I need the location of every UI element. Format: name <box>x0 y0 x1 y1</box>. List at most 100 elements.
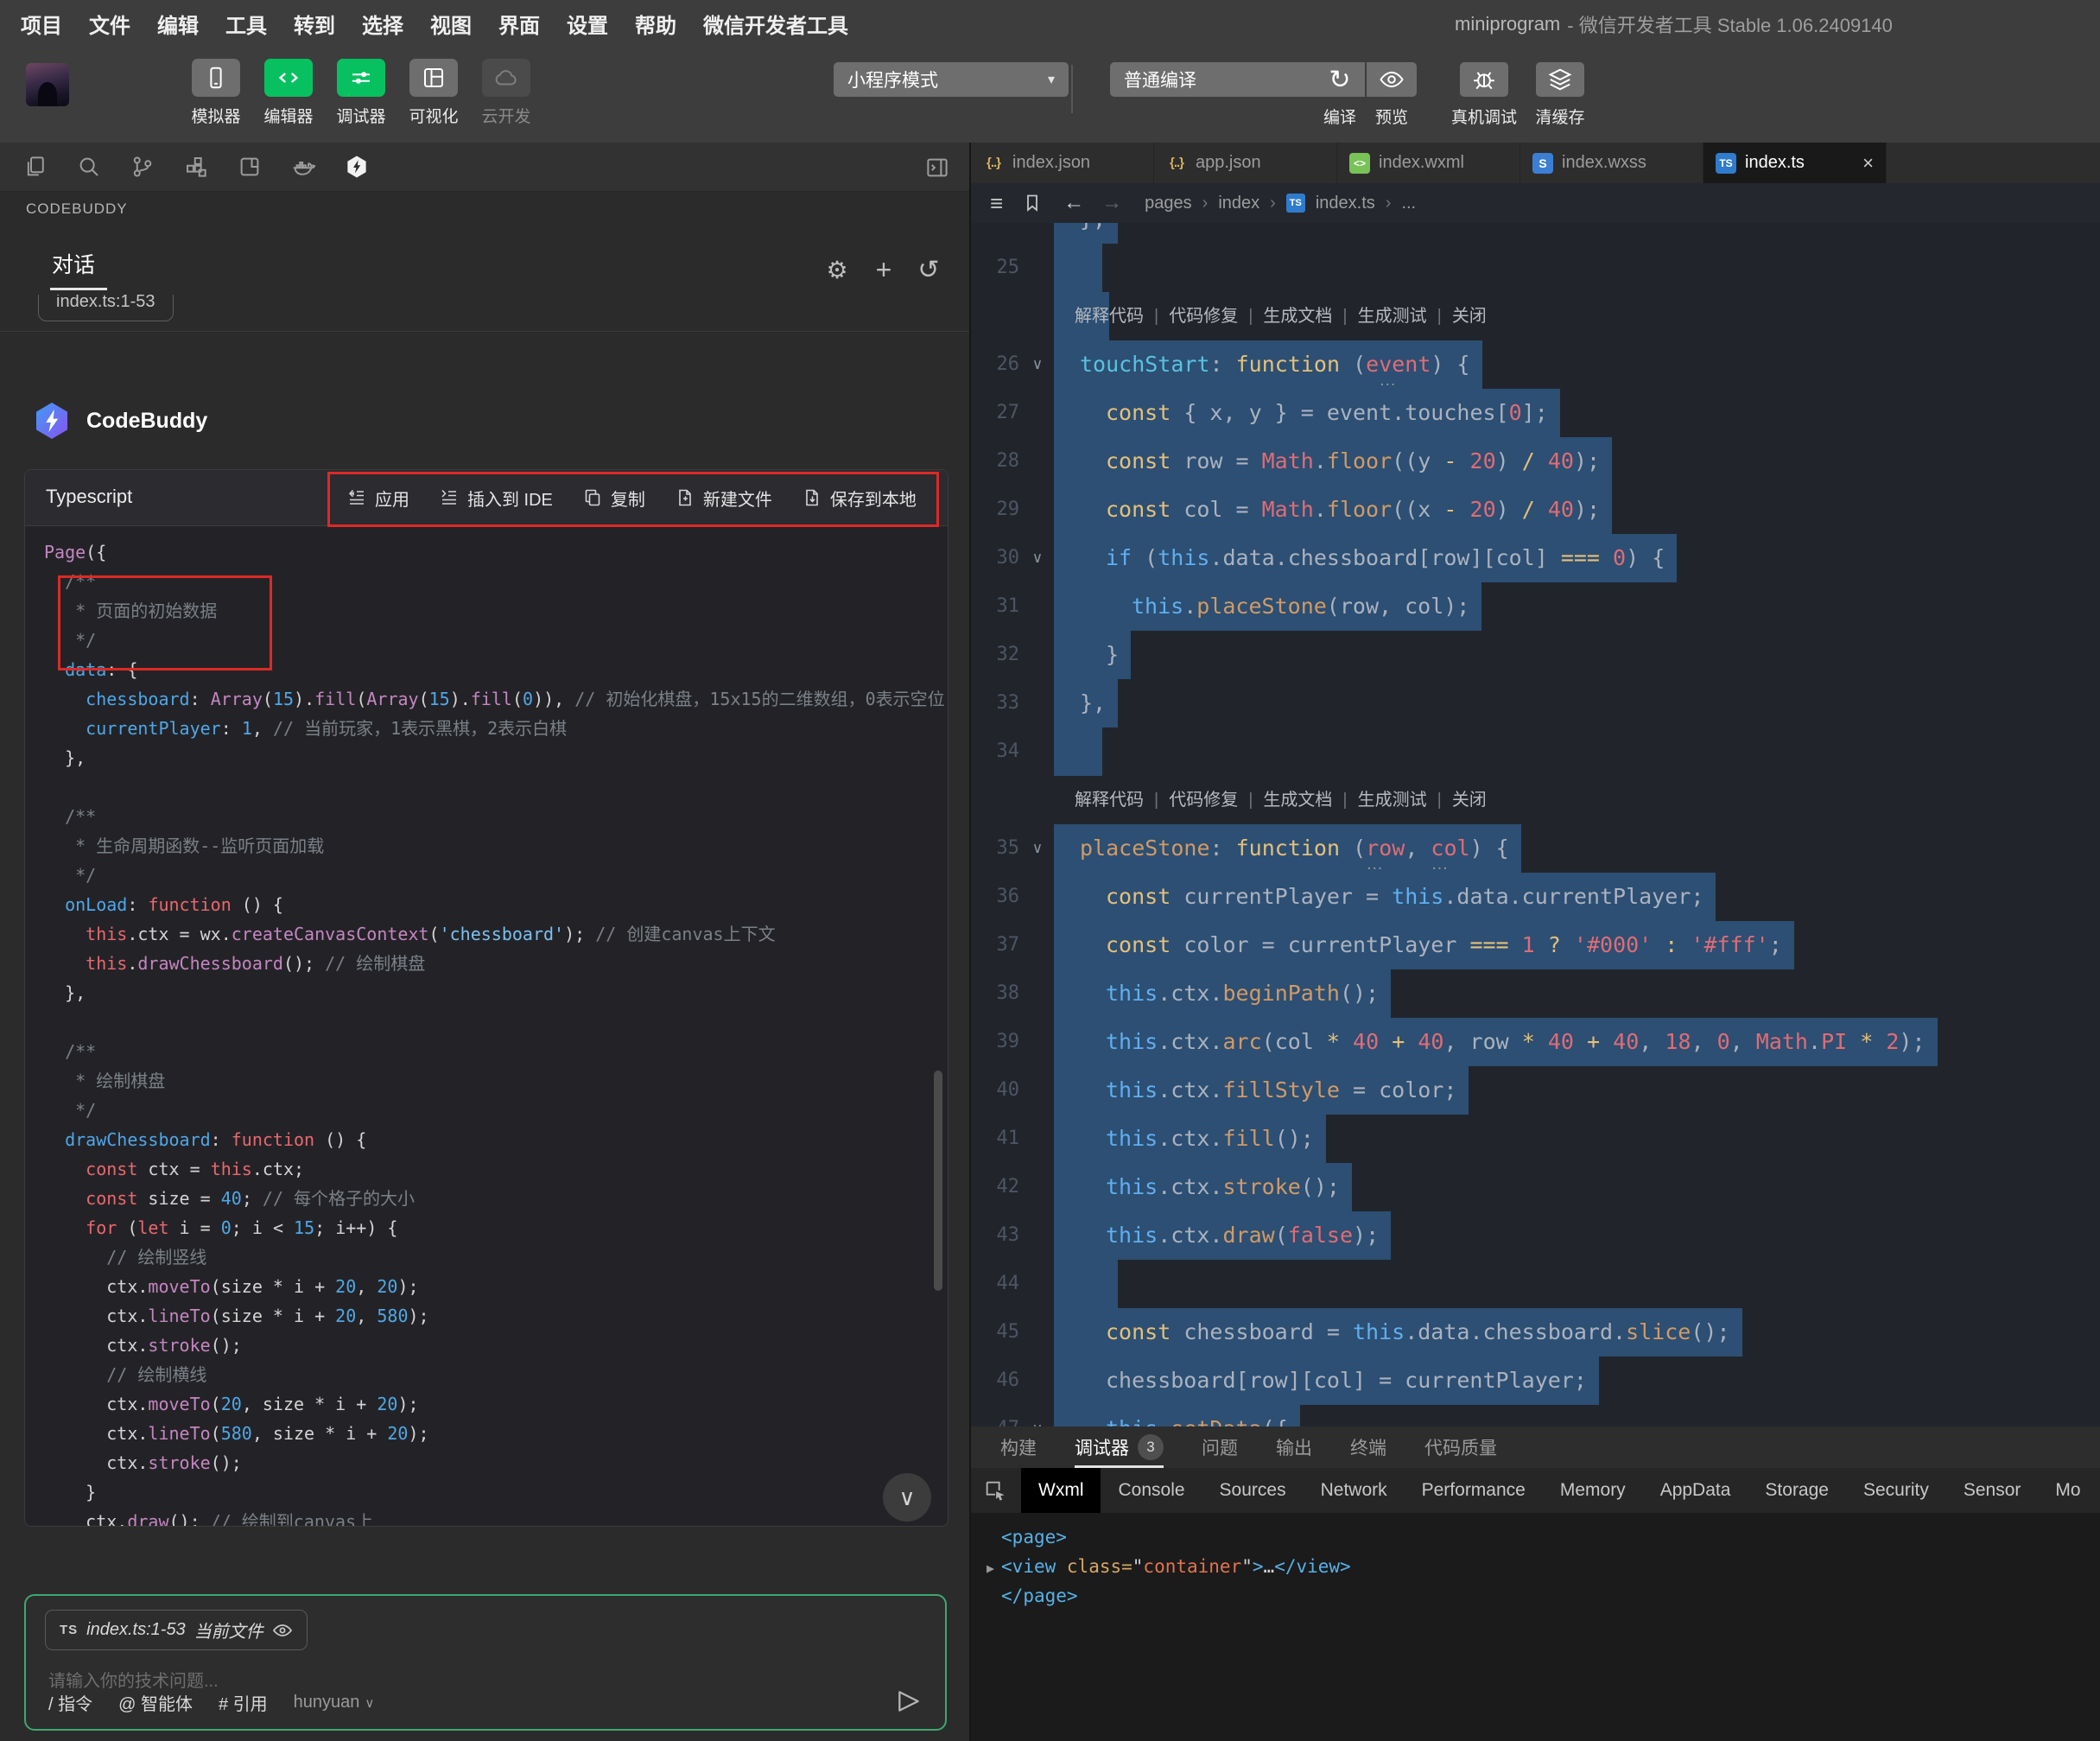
breadcrumb-item[interactable]: pages <box>1145 194 1192 213</box>
wxml-tree-node[interactable]: ▶<page> <box>987 1523 2100 1553</box>
codelens-action[interactable]: 生成测试 <box>1358 307 1427 326</box>
editor-tab-app.json[interactable]: {..}app.json <box>1154 143 1337 183</box>
menu-item[interactable]: 项目 <box>21 9 62 39</box>
devtools-tab-Sensor[interactable]: Sensor <box>1946 1468 2039 1513</box>
devtools-tab-Console[interactable]: Console <box>1101 1468 1202 1513</box>
code-action-newfile-button[interactable]: 新建文件 <box>675 486 772 511</box>
outline-list-icon[interactable]: ≡ <box>990 190 1003 217</box>
editor-tab-index.wxml[interactable]: <>index.wxml <box>1337 143 1520 183</box>
panel-tab-问题[interactable]: 问题 <box>1202 1426 1238 1468</box>
history-icon[interactable]: ↺ <box>914 255 943 284</box>
nav-forward-icon[interactable]: → <box>1101 191 1122 215</box>
files-icon[interactable] <box>22 154 48 180</box>
search-icon[interactable] <box>76 154 102 180</box>
fold-chevron-icon[interactable]: ∨ <box>1026 534 1049 582</box>
close-tab-icon[interactable]: × <box>1862 152 1874 175</box>
notebook-icon[interactable] <box>237 154 263 180</box>
menu-item[interactable]: 视图 <box>430 9 472 39</box>
panel-tab-构建[interactable]: 构建 <box>1000 1426 1037 1468</box>
docker-icon[interactable] <box>290 154 316 180</box>
codelens-action[interactable]: 代码修复 <box>1169 791 1238 810</box>
breadcrumb-item[interactable]: ... <box>1401 194 1416 213</box>
menu-item[interactable]: 微信开发者工具 <box>703 9 848 39</box>
command-ref[interactable]: # 引用 <box>219 1690 268 1715</box>
editor-tab-index.ts[interactable]: TSindex.ts× <box>1703 143 1887 183</box>
toolbar-cloud-button[interactable]: 云开发 <box>482 59 530 127</box>
breadcrumb-item[interactable]: index <box>1218 194 1259 213</box>
mode-select[interactable]: 小程序模式 ▾ <box>834 62 1069 97</box>
send-icon[interactable] <box>895 1687 923 1715</box>
code-action-apply-button[interactable]: 应用 <box>346 486 409 511</box>
panel-tab-代码质量[interactable]: 代码质量 <box>1424 1426 1497 1468</box>
menu-item[interactable]: 文件 <box>89 9 130 39</box>
editor-tab-index.wxss[interactable]: Sindex.wxss <box>1520 143 1703 183</box>
menu-item[interactable]: 设置 <box>567 9 608 39</box>
codelens-action[interactable]: 关闭 <box>1452 791 1487 810</box>
menu-item[interactable]: 工具 <box>225 9 267 39</box>
branch-icon[interactable] <box>130 154 155 180</box>
expand-arrow-icon[interactable]: ▶ <box>987 1560 1001 1576</box>
command-slash[interactable]: / 指令 <box>48 1690 92 1715</box>
collapse-panel-icon[interactable] <box>924 155 950 181</box>
new-chat-icon[interactable]: + <box>869 255 898 284</box>
codelens-action[interactable]: 解释代码 <box>1075 307 1144 326</box>
codelens-action[interactable]: 生成测试 <box>1358 791 1427 810</box>
toolbar-sliders-button[interactable]: 调试器 <box>337 59 385 127</box>
toolbar-phone-button[interactable]: 模拟器 <box>192 59 240 127</box>
settings-gear-icon[interactable]: ⚙ <box>822 255 852 284</box>
wxml-tree-node[interactable]: ▶</page> <box>987 1582 2100 1611</box>
codelens-action[interactable]: 生成文档 <box>1263 791 1332 810</box>
breadcrumb-item[interactable]: index.ts <box>1316 194 1375 213</box>
menu-item[interactable]: 帮助 <box>635 9 676 39</box>
extensions-icon[interactable] <box>183 154 209 180</box>
codelens-action[interactable]: 生成文档 <box>1263 307 1332 326</box>
devtools-tab-Mo[interactable]: Mo <box>2038 1468 2097 1513</box>
menu-item[interactable]: 界面 <box>498 9 540 39</box>
fold-chevron-icon[interactable]: ∨ <box>1026 824 1049 873</box>
devtools-tab-Performance[interactable]: Performance <box>1405 1468 1543 1513</box>
devtools-tab-Network[interactable]: Network <box>1304 1468 1405 1513</box>
inspect-element-icon[interactable] <box>978 1473 1012 1508</box>
context-file-chip[interactable]: TS index.ts:1-53 当前文件 <box>45 1610 308 1650</box>
code-action-savefile-button[interactable]: 保存到本地 <box>802 486 917 511</box>
wxml-tree-node[interactable]: ▶<view class="container">…</view> <box>987 1553 2100 1582</box>
fold-chevron-icon[interactable]: ∨ <box>1026 1405 1049 1426</box>
compile-mode-select[interactable]: 普通编译 ▾ <box>1110 62 1341 97</box>
toolbar-layout-button[interactable]: 可视化 <box>409 59 458 127</box>
code-action-insert-button[interactable]: 插入到 IDE <box>439 486 553 511</box>
command-agent[interactable]: @ 智能体 <box>118 1690 193 1715</box>
model-selector[interactable]: hunyuan ∨ <box>294 1693 375 1712</box>
chat-code-scrollbar[interactable] <box>934 1071 942 1291</box>
devtools-tab-Security[interactable]: Security <box>1846 1468 1946 1513</box>
preview-button[interactable] <box>1367 62 1417 97</box>
devtools-tab-Memory[interactable]: Memory <box>1543 1468 1643 1513</box>
toolbar-code-button[interactable]: 编辑器 <box>264 59 313 127</box>
context-range-chip[interactable]: index.ts:1-53 <box>38 295 174 321</box>
tab-chat[interactable]: 对话 <box>52 248 95 279</box>
panel-tab-输出[interactable]: 输出 <box>1276 1426 1312 1468</box>
menu-item[interactable]: 转到 <box>294 9 335 39</box>
code-action-copy-button[interactable]: 复制 <box>582 486 645 511</box>
menu-item[interactable]: 选择 <box>362 9 403 39</box>
compile-button[interactable]: ↻ <box>1315 62 1365 97</box>
codelens-action[interactable]: 解释代码 <box>1075 791 1144 810</box>
codelens-action[interactable]: 关闭 <box>1452 307 1487 326</box>
devtools-tab-AppData[interactable]: AppData <box>1643 1468 1748 1513</box>
editor-tab-index.json[interactable]: {..}index.json <box>971 143 1154 183</box>
menu-item[interactable]: 编辑 <box>157 9 199 39</box>
avatar[interactable] <box>26 63 69 106</box>
codelens-action[interactable]: 代码修复 <box>1169 307 1238 326</box>
devtools-tab-Sources[interactable]: Sources <box>1202 1468 1304 1513</box>
codebuddy-icon[interactable] <box>344 154 370 180</box>
devtools-tab-Storage[interactable]: Storage <box>1748 1468 1846 1513</box>
devtools-tab-Wxml[interactable]: Wxml <box>1021 1468 1101 1513</box>
panel-tab-终端[interactable]: 终端 <box>1350 1426 1386 1468</box>
bookmark-icon[interactable] <box>1022 193 1043 213</box>
clear-cache-button[interactable] <box>1536 62 1584 97</box>
panel-tab-调试器[interactable]: 调试器3 <box>1075 1426 1164 1468</box>
nav-back-icon[interactable]: ← <box>1063 191 1084 215</box>
scroll-to-bottom-button[interactable]: ∨ <box>883 1473 931 1522</box>
fold-chevron-icon[interactable]: ∨ <box>1026 340 1049 389</box>
remote-debug-button[interactable] <box>1460 62 1508 97</box>
chat-input-box[interactable]: TS index.ts:1-53 当前文件 请输入你的技术问题... / 指令 … <box>24 1594 947 1731</box>
